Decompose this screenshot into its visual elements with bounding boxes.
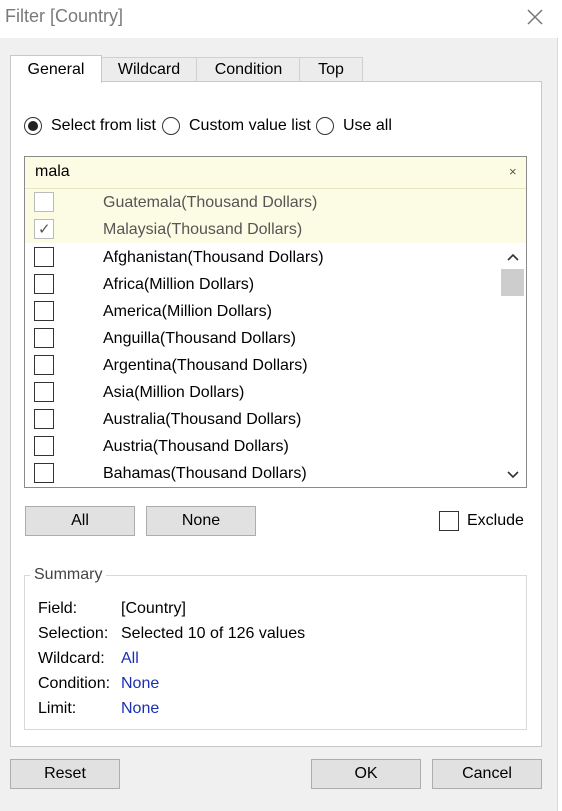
list-item-label: Asia(Million Dollars): [103, 383, 245, 401]
list-item[interactable]: ✓ Malaysia(Thousand Dollars): [25, 216, 526, 243]
list-item[interactable]: Africa(Million Dollars): [25, 271, 499, 298]
chevron-down-icon[interactable]: [499, 465, 526, 485]
checkbox[interactable]: [439, 511, 459, 531]
summary-group: Field: [Country] Selection: Selected 10 …: [24, 575, 527, 730]
tab-wildcard[interactable]: Wildcard: [100, 57, 198, 82]
list-item[interactable]: Afghanistan(Thousand Dollars): [25, 244, 499, 271]
checkbox[interactable]: ✓: [34, 219, 54, 239]
checkbox[interactable]: [34, 274, 54, 294]
radio-unselected-icon: [316, 117, 334, 135]
summary-legend: Summary: [30, 566, 107, 584]
radio-label: Custom value list: [189, 117, 311, 134]
checkbox[interactable]: [34, 247, 54, 267]
list-item[interactable]: Australia(Thousand Dollars): [25, 406, 499, 433]
list-item-label: Guatemala(Thousand Dollars): [103, 193, 318, 211]
title-bar: Filter [Country]: [0, 0, 562, 38]
radio-custom-value-list[interactable]: Custom value list: [162, 116, 311, 136]
list-item[interactable]: Bahamas(Thousand Dollars): [25, 460, 499, 487]
list-item-label: Argentina(Thousand Dollars): [103, 356, 308, 374]
window-edge: [557, 38, 562, 811]
list-item-label: Afghanistan(Thousand Dollars): [103, 248, 324, 266]
checkbox[interactable]: [34, 409, 54, 429]
checkbox[interactable]: [34, 463, 54, 483]
tab-condition[interactable]: Condition: [196, 57, 301, 82]
checkbox[interactable]: [34, 328, 54, 348]
ok-button[interactable]: OK: [311, 759, 421, 789]
list-item-label: Austria(Thousand Dollars): [103, 437, 289, 455]
value-list: × Guatemala(Thousand Dollars) ✓ Malaysia…: [24, 156, 527, 488]
list-item[interactable]: Austria(Thousand Dollars): [25, 433, 499, 460]
exclude-checkbox[interactable]: Exclude: [439, 511, 524, 531]
checkbox[interactable]: [34, 436, 54, 456]
list-item-label: Anguilla(Thousand Dollars): [103, 329, 296, 347]
list-item-label: Africa(Million Dollars): [103, 275, 255, 293]
list-item[interactable]: America(Million Dollars): [25, 298, 499, 325]
checkbox[interactable]: [34, 192, 54, 212]
none-button[interactable]: None: [146, 506, 256, 536]
cancel-button[interactable]: Cancel: [432, 759, 542, 789]
list-item-label: Bahamas(Thousand Dollars): [103, 464, 307, 482]
radio-use-all[interactable]: Use all: [316, 116, 392, 136]
search-input[interactable]: [35, 162, 495, 182]
chevron-up-icon[interactable]: [499, 247, 526, 267]
reset-button[interactable]: Reset: [10, 759, 120, 789]
scrollbar-thumb[interactable]: [501, 269, 524, 296]
list-item-label: Malaysia(Thousand Dollars): [103, 220, 303, 238]
checkbox[interactable]: [34, 382, 54, 402]
radio-unselected-icon: [162, 117, 180, 135]
checkbox[interactable]: [34, 355, 54, 375]
checkbox[interactable]: [34, 301, 54, 321]
exclude-label: Exclude: [467, 512, 524, 529]
all-button[interactable]: All: [25, 506, 135, 536]
tab-general[interactable]: General: [10, 55, 102, 83]
check-icon: ✓: [38, 221, 51, 238]
search-row: ×: [25, 157, 526, 189]
list-item[interactable]: Argentina(Thousand Dollars): [25, 352, 499, 379]
wildcard-link[interactable]: All: [121, 650, 139, 668]
clear-search-icon[interactable]: ×: [509, 164, 517, 179]
list-item-label: Australia(Thousand Dollars): [103, 410, 302, 428]
radio-label: Select from list: [51, 117, 156, 134]
radio-label: Use all: [343, 117, 392, 134]
list-scrollbar[interactable]: [499, 243, 526, 487]
window-title: Filter [Country]: [5, 6, 124, 26]
list-item[interactable]: Guatemala(Thousand Dollars): [25, 189, 526, 216]
condition-link[interactable]: None: [121, 675, 159, 693]
limit-link[interactable]: None: [121, 700, 159, 718]
radio-select-from-list[interactable]: Select from list: [24, 116, 156, 136]
list-item-label: America(Million Dollars): [103, 302, 272, 320]
tab-top[interactable]: Top: [299, 57, 363, 82]
radio-selected-icon: [24, 117, 42, 135]
list-item[interactable]: Asia(Million Dollars): [25, 379, 499, 406]
list-item[interactable]: Anguilla(Thousand Dollars): [25, 325, 499, 352]
close-icon[interactable]: [524, 6, 546, 28]
